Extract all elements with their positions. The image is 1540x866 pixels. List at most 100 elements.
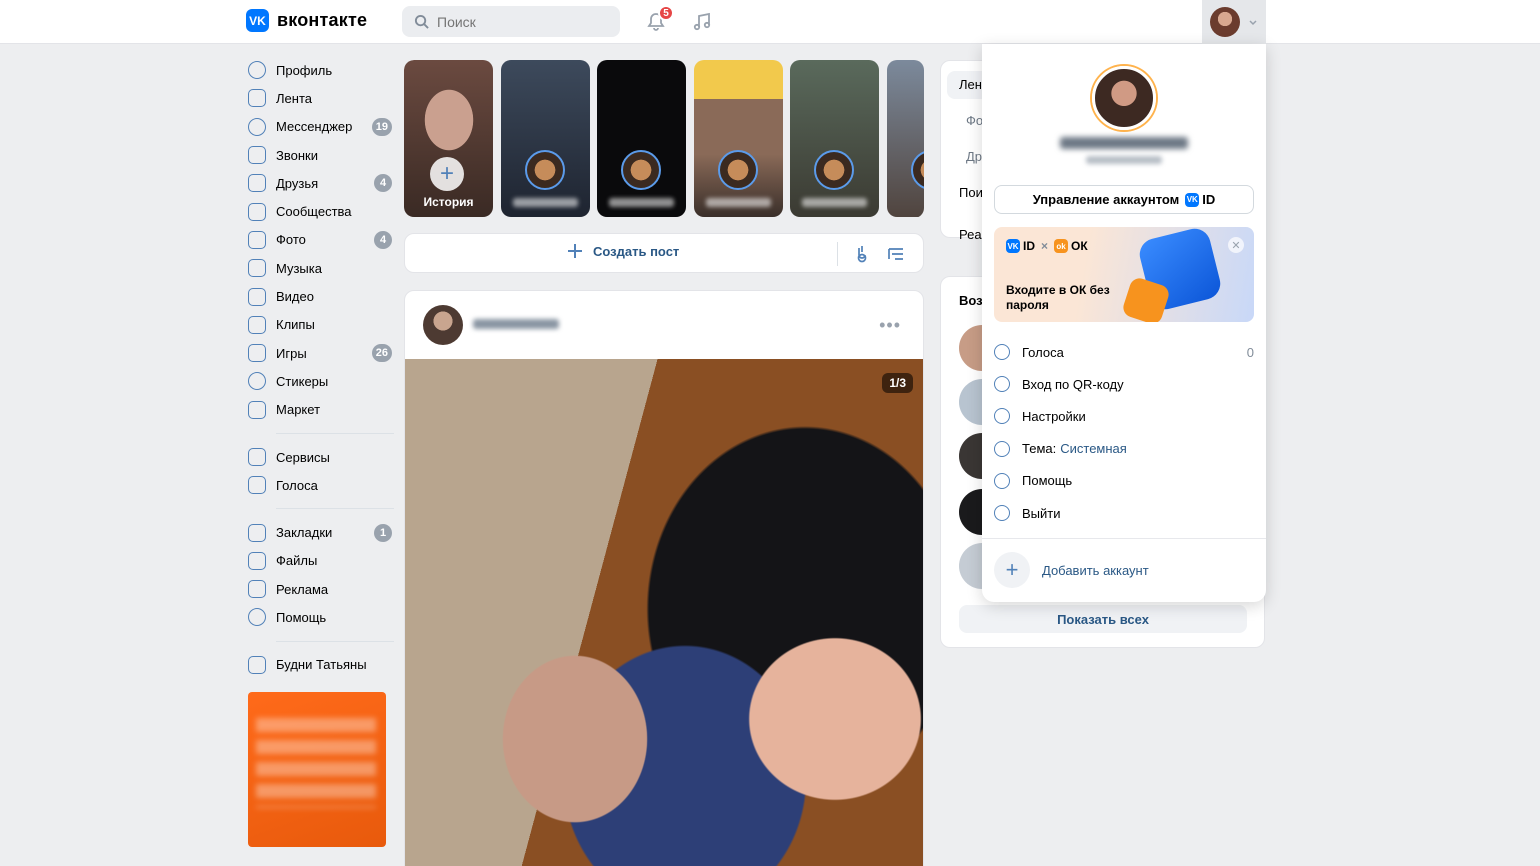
story-item[interactable]	[501, 60, 590, 217]
sidebar-item-label: Мессенджер	[276, 119, 353, 135]
votes-icon	[994, 344, 1010, 361]
message-icon	[248, 117, 266, 136]
profile-menu-button[interactable]	[1202, 0, 1266, 44]
sidebar-item[interactable]: Маркет	[246, 396, 394, 424]
plus-icon	[568, 244, 582, 258]
tab-reactions[interactable]: Реа	[959, 227, 982, 242]
phone-icon	[248, 146, 266, 165]
sidebar-item-label: Помощь	[276, 609, 327, 625]
palette-icon	[994, 440, 1010, 457]
avatar	[1210, 7, 1240, 37]
sidebar-item[interactable]: Музыка	[246, 254, 394, 282]
sidebar-item[interactable]: Клипы	[246, 311, 394, 339]
sidebar-item[interactable]: Видео	[246, 282, 394, 310]
profile-menu-item[interactable]: Вход по QR-коду	[982, 368, 1266, 400]
sidebar-item[interactable]: Сообщества	[246, 197, 394, 225]
gear-icon	[994, 408, 1010, 425]
sidebar-item[interactable]: Будни Татьяны	[246, 651, 394, 679]
sidebar-item-label: Профиль	[276, 62, 333, 78]
tab-search[interactable]: Пои	[959, 185, 983, 200]
sidebar-item[interactable]: Помощь	[246, 603, 394, 631]
sidebar-item[interactable]: Лента	[246, 84, 394, 112]
story-item[interactable]	[887, 60, 924, 217]
sidebar-item-count: 1	[374, 523, 392, 542]
post-photo[interactable]: 1/3	[405, 359, 923, 866]
profile-menu-item-label: Настройки	[1022, 408, 1086, 424]
sidebar-item[interactable]: Друзья 4	[246, 169, 394, 197]
add-account-button[interactable]: + Добавить аккаунт	[994, 552, 1149, 588]
votes-icon	[248, 476, 266, 495]
profile-menu-item[interactable]: Тема: Системная	[982, 433, 1266, 465]
story-item[interactable]	[597, 60, 686, 217]
qr-icon	[994, 376, 1010, 393]
megaphone-icon	[248, 580, 266, 599]
sidebar-item[interactable]: Стикеры	[246, 367, 394, 395]
story-item[interactable]	[790, 60, 879, 217]
sidebar-item-label: Стикеры	[276, 373, 329, 389]
feed-icon	[248, 89, 266, 108]
sidebar-item[interactable]: Фото 4	[246, 226, 394, 254]
manage-account-label: Управление аккаунтом	[1032, 192, 1180, 207]
bookmark-icon	[248, 523, 266, 542]
notifications-badge: 5	[658, 5, 674, 21]
music-note-icon	[693, 12, 711, 31]
sidebar-item-label: Фото	[276, 232, 306, 248]
feed-post: ••• 1/3	[404, 290, 924, 866]
profile-menu-item[interactable]: Настройки	[982, 400, 1266, 432]
profile-menu: Голоса 0 Вход по QR-коду Настройки Тема: Сист…	[982, 336, 1266, 529]
sidebar-item[interactable]: Профиль	[246, 56, 394, 84]
search-box[interactable]	[402, 6, 620, 37]
close-icon[interactable]: ✕	[1228, 237, 1244, 253]
post-header: •••	[405, 291, 923, 359]
create-post-button[interactable]: Создать пост	[567, 243, 679, 259]
sidebar-item[interactable]: Голоса	[246, 471, 394, 499]
search-input[interactable]	[437, 13, 597, 30]
tab-photo[interactable]: Фо	[966, 113, 983, 128]
story-item[interactable]	[694, 60, 783, 217]
sidebar-item[interactable]: Реклама	[246, 575, 394, 603]
communities-icon	[248, 202, 266, 221]
profile-avatar-large[interactable]	[1092, 66, 1156, 130]
chevron-down-icon	[1249, 20, 1257, 26]
vk-id-icon: VK	[1185, 192, 1200, 207]
sidebar-item[interactable]: Закладки 1	[246, 518, 394, 546]
profile-menu-item[interactable]: Голоса 0	[982, 336, 1266, 368]
add-account-label: Добавить аккаунт	[1042, 562, 1149, 578]
top-bar: VK вконтакте 5	[0, 0, 1540, 44]
sidebar-item-label: Реклама	[276, 581, 329, 597]
vkid-ok-banner[interactable]: VK ID × ok ОК Входите в ОК без пароля ✕	[994, 227, 1254, 322]
sidebar-item[interactable]: Игры 26	[246, 339, 394, 367]
sidebar-item[interactable]: Сервисы	[246, 443, 394, 471]
post-author-avatar[interactable]	[423, 305, 463, 345]
clip-camera-icon[interactable]	[853, 245, 871, 263]
sidebar-item[interactable]: Звонки	[246, 141, 394, 169]
video-icon	[248, 287, 266, 306]
create-post-label: Создать пост	[593, 243, 680, 259]
sidebar-item-label: Друзья	[276, 175, 319, 191]
post-author-name-blurred[interactable]	[473, 319, 559, 329]
show-all-button[interactable]: Показать всех	[959, 605, 1247, 633]
nav-divider	[276, 432, 394, 434]
sidebar-item-label: Видео	[276, 289, 314, 305]
profile-menu-item[interactable]: Выйти	[982, 497, 1266, 529]
left-navigation: Профиль Лента Мессенджер 19 Звонки Друзья 4 Соо…	[246, 56, 394, 679]
feed-filter-icon[interactable]	[887, 245, 905, 263]
tab-friends[interactable]: Др	[966, 149, 982, 164]
sidebar-item[interactable]: Мессенджер 19	[246, 113, 394, 141]
story-create-label: История	[423, 195, 474, 209]
sidebar-item-count: 26	[371, 344, 392, 363]
story-create[interactable]: + История	[404, 60, 493, 217]
notifications-button[interactable]: 5	[642, 5, 674, 36]
logo-text: вконтакте	[277, 10, 368, 30]
profile-menu-item[interactable]: Помощь	[982, 465, 1266, 497]
vk-logo[interactable]: VK вконтакте	[246, 9, 367, 32]
manage-account-button[interactable]: Управление аккаунтом VK ID	[994, 185, 1254, 214]
sidebar-item-label: Файлы	[276, 553, 318, 569]
music-player-button[interactable]	[688, 8, 716, 36]
sidebar-item[interactable]: Файлы	[246, 547, 394, 575]
promo-banner[interactable]	[248, 692, 386, 847]
profile-menu-item-label: Выйти	[1022, 505, 1061, 521]
profile-phone-blurred	[1086, 156, 1162, 164]
more-options-icon[interactable]: •••	[879, 315, 901, 336]
create-post-bar: Создать пост	[404, 233, 924, 273]
